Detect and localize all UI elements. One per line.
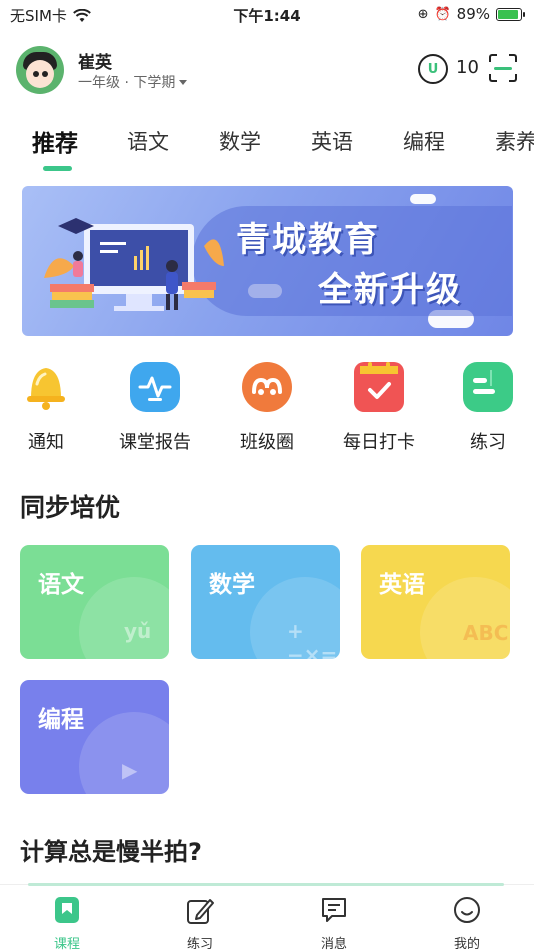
avatar-eye-left <box>33 71 39 77</box>
card-deco: +−×= <box>287 619 338 659</box>
smile-icon <box>452 895 482 925</box>
quick-notify-label: 通知 <box>28 432 64 453</box>
bottom-nav: 课程 练习 消息 我的 <box>0 883 534 950</box>
nav-practice[interactable]: 练习 <box>160 895 240 950</box>
course-icon <box>52 895 82 925</box>
banner-title-line2: 全新升级 <box>318 270 462 310</box>
course-card-english[interactable]: ABC 英语 <box>361 545 510 659</box>
nav-practice-label: 练习 <box>186 937 213 950</box>
user-name: 崔英 <box>78 53 112 73</box>
promo-title: 计算总是慢半拍? <box>20 838 202 866</box>
nav-mine[interactable]: 我的 <box>427 895 507 950</box>
quick-class-circle-label: 班级圈 <box>240 432 294 453</box>
grade-label: 一年级 · 下学期 <box>78 75 176 91</box>
status-bar: 无SIM卡 下午1:44 ⊕ ⏰ 89% <box>0 0 534 30</box>
tab-recommend[interactable]: 推荐 <box>32 124 78 158</box>
coin-letter: U <box>427 61 439 77</box>
coin-icon[interactable]: U <box>418 54 448 84</box>
tab-chinese[interactable]: 语文 <box>127 126 169 156</box>
alarm-icon: ⏰ <box>434 6 451 22</box>
message-icon <box>319 895 349 925</box>
content-peek <box>28 883 504 886</box>
class-circle-icon <box>242 362 292 412</box>
tab-english[interactable]: 英语 <box>311 126 353 156</box>
tab-indicator <box>43 166 72 171</box>
avatar-eye-right <box>42 71 48 77</box>
grade-selector[interactable]: 一年级 · 下学期 <box>78 72 188 92</box>
quick-practice-label: 练习 <box>470 432 506 453</box>
battery-icon <box>496 7 525 21</box>
pencil-icon <box>185 895 215 925</box>
quick-checkin[interactable]: 每日打卡 <box>334 362 424 454</box>
promo-banner[interactable]: 青城教育 全新升级 <box>22 186 513 336</box>
quick-report[interactable]: 课堂报告 <box>110 362 200 454</box>
quick-class-circle[interactable]: 班级圈 <box>222 362 312 454</box>
card-bubble <box>420 577 510 659</box>
calendar-check-icon <box>354 362 404 412</box>
nav-messages-label: 消息 <box>320 937 347 950</box>
quick-practice[interactable]: 练习 <box>443 362 533 454</box>
cloud <box>410 194 436 204</box>
quick-notify[interactable]: 通知 <box>1 362 91 454</box>
card-deco: ABC <box>463 621 509 645</box>
report-icon <box>130 362 180 412</box>
tab-programming[interactable]: 编程 <box>403 126 445 156</box>
card-label: 编程 <box>38 707 84 733</box>
card-label: 英语 <box>379 572 425 598</box>
orientation-lock-icon: ⊕ <box>417 6 429 22</box>
subject-tabs: 推荐 语文 数学 英语 编程 素养 <box>0 118 534 174</box>
classroom-illustration <box>44 218 224 311</box>
scan-icon[interactable] <box>489 54 517 82</box>
quick-checkin-label: 每日打卡 <box>343 432 415 453</box>
card-deco: yǔ <box>124 619 152 643</box>
nav-messages[interactable]: 消息 <box>294 895 374 950</box>
coin-count[interactable]: 10 <box>456 57 479 78</box>
card-deco: ▶ <box>122 758 138 782</box>
quick-report-label: 课堂报告 <box>119 432 191 453</box>
nav-course[interactable]: 课程 <box>27 895 107 950</box>
card-bubble <box>79 577 169 659</box>
avatar[interactable] <box>16 46 64 94</box>
avatar-face <box>26 60 54 88</box>
battery-level <box>498 9 518 19</box>
nav-mine-label: 我的 <box>453 937 480 950</box>
card-label: 数学 <box>209 572 255 598</box>
tab-literacy[interactable]: 素养 <box>495 126 534 156</box>
course-card-programming[interactable]: ▶ 编程 <box>20 680 169 794</box>
course-card-chinese[interactable]: yǔ 语文 <box>20 545 169 659</box>
tab-math[interactable]: 数学 <box>219 126 261 156</box>
caret-down-icon <box>179 79 188 85</box>
card-label: 语文 <box>38 572 84 598</box>
practice-icon <box>463 362 513 412</box>
user-header: 崔英 一年级 · 下学期 U 10 <box>0 40 534 100</box>
banner-title-line1: 青城教育 <box>236 220 380 260</box>
quick-actions: 通知 课堂报告 班级圈 每日打卡 练习 <box>0 362 534 462</box>
section-title: 同步培优 <box>20 493 121 522</box>
nav-course-label: 课程 <box>53 937 80 950</box>
battery-percent: 89% <box>456 5 490 23</box>
course-card-math[interactable]: +−×= 数学 <box>191 545 340 659</box>
bell-icon <box>21 362 71 412</box>
